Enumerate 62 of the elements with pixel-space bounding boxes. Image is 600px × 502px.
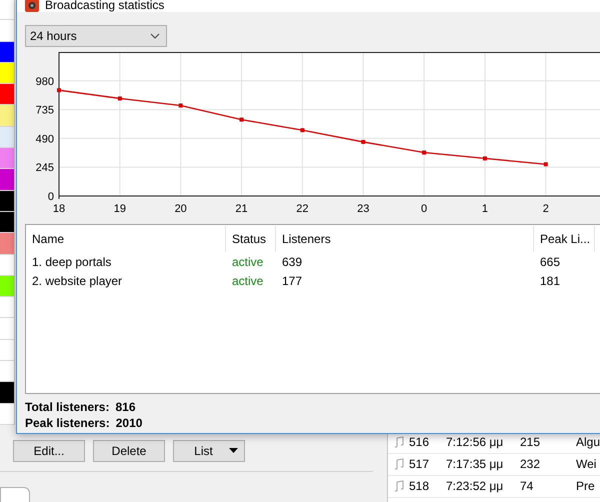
y-tick-label: 490 bbox=[36, 133, 54, 146]
music-note-icon bbox=[394, 436, 404, 448]
x-tick-label: 1 bbox=[482, 203, 488, 215]
track-listeners: 232 bbox=[520, 457, 542, 472]
table-cell-text: 2. website player bbox=[31, 274, 124, 288]
y-tick-label: 735 bbox=[36, 104, 54, 117]
status-cell-text: active bbox=[231, 274, 264, 288]
data-point bbox=[544, 162, 548, 166]
column-header[interactable]: Name bbox=[26, 226, 226, 252]
x-tick-label: 0 bbox=[421, 203, 428, 215]
x-tick-label: 18 bbox=[52, 203, 66, 215]
data-point bbox=[57, 88, 61, 92]
data-point bbox=[240, 118, 244, 122]
track-time: 7:12:56 μμ bbox=[446, 435, 504, 450]
track-title: Wei bbox=[576, 457, 598, 472]
chevron-down-icon bbox=[150, 33, 160, 39]
toolbar-button[interactable]: Edit... bbox=[13, 440, 85, 462]
y-tick-label: 980 bbox=[36, 76, 54, 88]
x-tick-label: 22 bbox=[296, 203, 309, 215]
total-label: Total listeners: bbox=[25, 400, 110, 414]
data-point bbox=[361, 140, 366, 144]
track-listeners: 215 bbox=[520, 435, 542, 450]
x-tick-label: 21 bbox=[235, 203, 248, 215]
track-number: 516 bbox=[409, 435, 430, 450]
y-tick-label: 0 bbox=[48, 191, 54, 203]
x-tick-label: 23 bbox=[357, 203, 370, 215]
track-number: 517 bbox=[409, 457, 430, 472]
table-cell-text: 177 bbox=[281, 274, 304, 288]
y-tick-label: 245 bbox=[36, 162, 54, 174]
window-title: Broadcasting statistics bbox=[45, 0, 164, 12]
track-number: 518 bbox=[409, 479, 430, 494]
track-title: Pre bbox=[576, 479, 596, 494]
tab[interactable] bbox=[0, 486, 30, 502]
table-cell-text: 639 bbox=[281, 254, 304, 268]
music-note-icon bbox=[394, 458, 404, 470]
column-header[interactable]: Listeners bbox=[276, 226, 534, 252]
total-value: 816 bbox=[115, 400, 136, 414]
period-dropdown[interactable]: 24 hours bbox=[25, 25, 167, 47]
table-cell-text: 665 bbox=[539, 254, 562, 268]
x-tick-label: 2 bbox=[542, 203, 549, 215]
column-header[interactable]: Status bbox=[226, 226, 276, 252]
total-value: 2010 bbox=[116, 416, 142, 430]
app-icon bbox=[25, 0, 39, 12]
toolbar-button[interactable]: List bbox=[173, 440, 245, 462]
data-point bbox=[118, 96, 122, 100]
table-cell-text: 181 bbox=[539, 274, 562, 288]
status-cell-text: active bbox=[231, 254, 264, 268]
data-point bbox=[300, 128, 304, 132]
track-listeners: 74 bbox=[520, 479, 534, 494]
data-point bbox=[178, 103, 183, 108]
music-note-icon bbox=[394, 480, 404, 492]
toolbar-button[interactable]: Delete bbox=[93, 440, 165, 462]
column-header[interactable]: Peak Li... bbox=[534, 226, 595, 252]
track-time: 7:17:35 μμ bbox=[446, 457, 504, 472]
data-point bbox=[422, 150, 426, 154]
total-label: Peak listeners: bbox=[25, 416, 110, 430]
x-tick-label: 19 bbox=[114, 203, 126, 215]
data-point bbox=[482, 156, 487, 160]
table-cell-text: 1. deep portals bbox=[31, 254, 112, 268]
track-time: 7:23:52 μμ bbox=[446, 479, 504, 494]
track-title: Algu bbox=[576, 435, 600, 450]
x-tick-label: 20 bbox=[174, 203, 187, 215]
